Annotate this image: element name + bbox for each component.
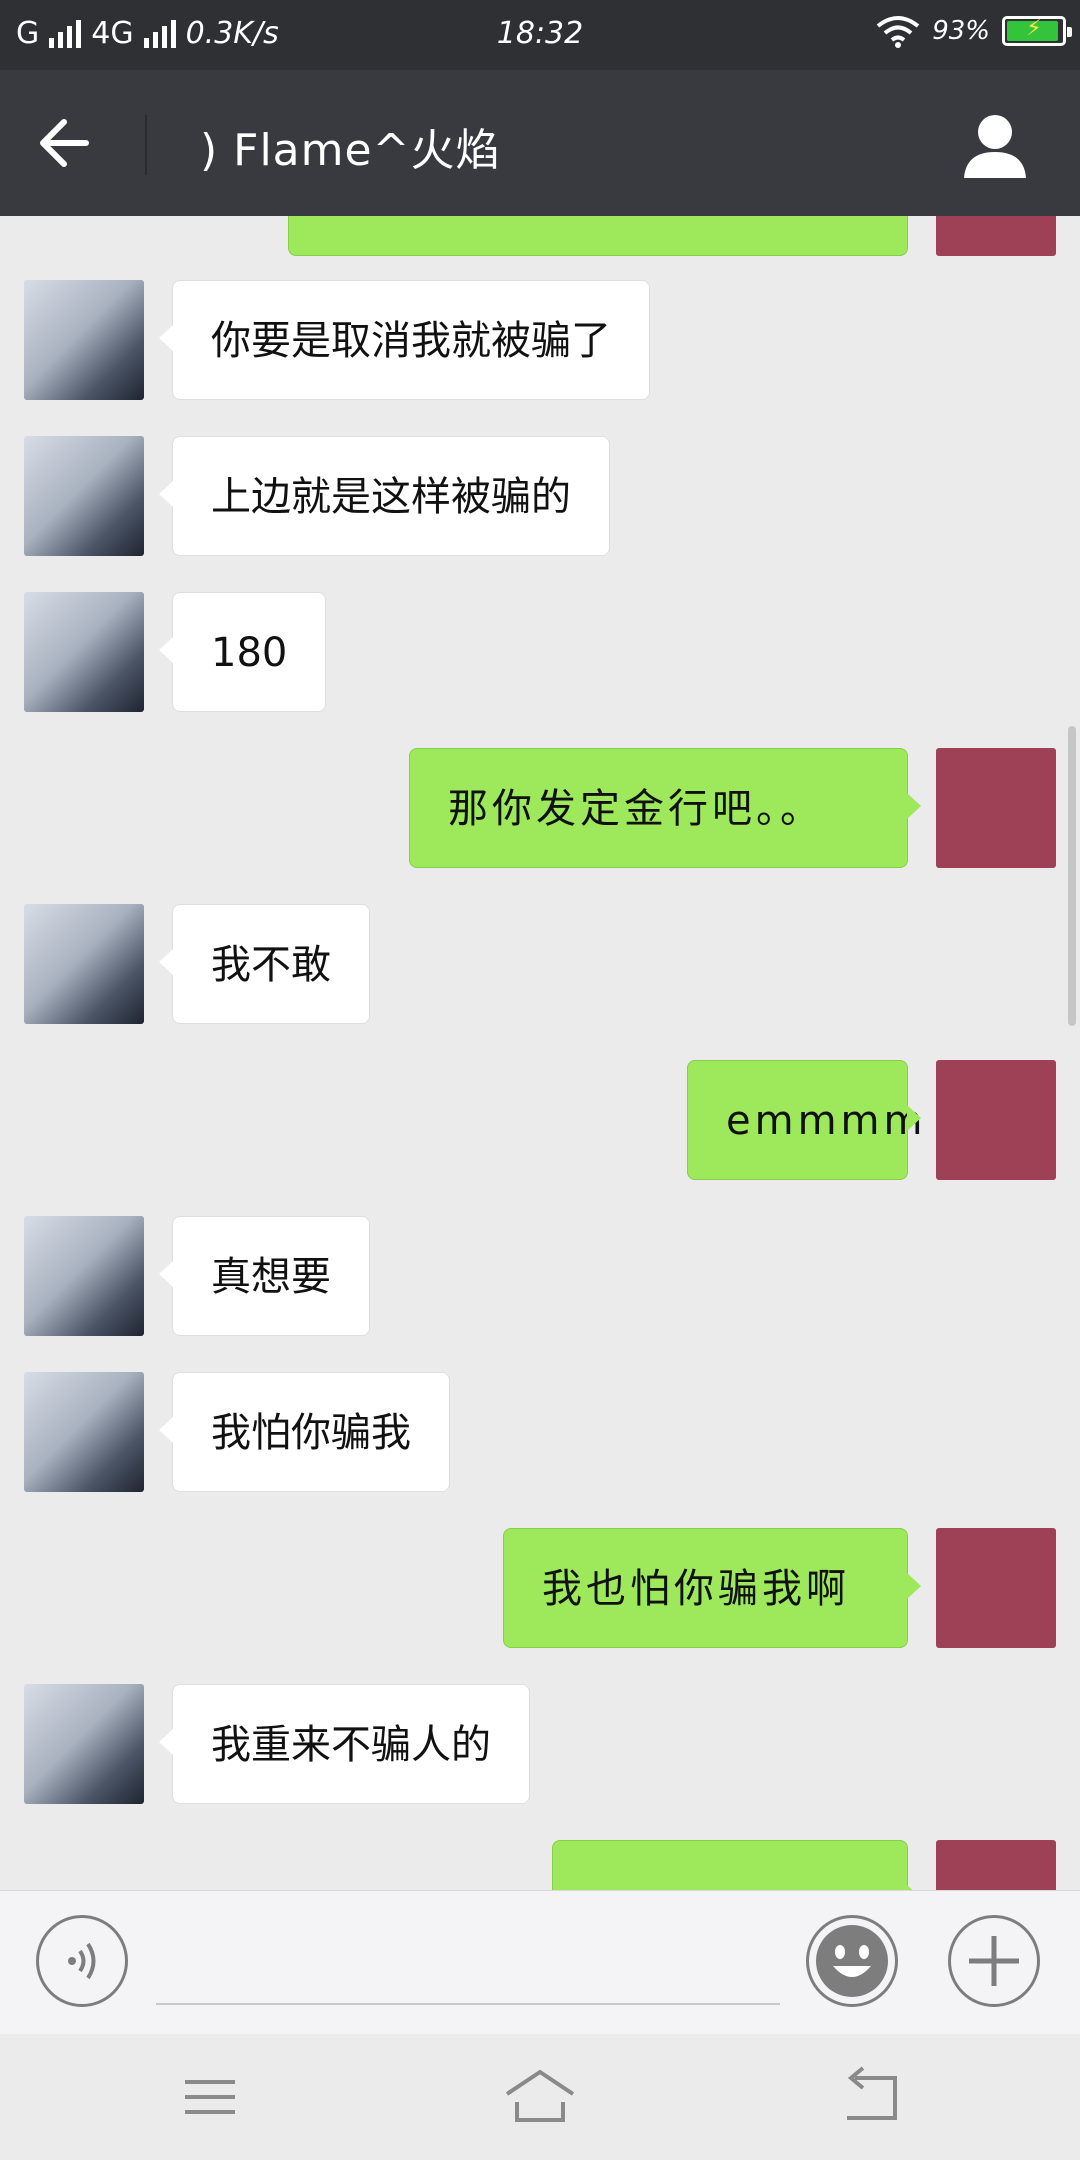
message-row-partial [0,1840,1080,1890]
sent-message-bubble[interactable]: 我也怕你骗我啊 [503,1528,921,1648]
chat-header: ) Flame^火焰 [0,70,1080,216]
received-message-bubble[interactable]: 180 [158,592,327,712]
message-row: 我也怕你骗我啊 [0,1528,1080,1648]
my-avatar[interactable] [936,216,1056,256]
message-row: 那你发定金行吧。。 [0,748,1080,868]
contact-avatar[interactable] [24,592,144,712]
battery-percent: 93% [932,16,990,46]
system-nav-bar [0,2034,1080,2160]
back-arrow-icon[interactable] [30,108,110,178]
received-message-bubble[interactable]: 你要是取消我就被骗了 [159,280,650,400]
emoji-button[interactable] [806,1915,898,2007]
message-list[interactable]: 你要是取消我就被骗了 上边就是这样被骗的 180 那你发定金行吧。。 我不敢 emmmm 真… [0,216,1080,1890]
my-avatar[interactable] [936,1060,1056,1180]
menu-icon[interactable] [165,2062,255,2132]
sent-message-bubble[interactable]: emmmm [687,1060,922,1180]
contact-avatar[interactable] [24,436,144,556]
input-bar [0,1890,1080,2035]
sent-message-bubble[interactable]: 那你发定金行吧。。 [409,748,921,868]
message-row-partial [0,216,1080,256]
message-row: 上边就是这样被骗的 [0,436,1080,556]
contact-avatar[interactable] [24,1216,144,1336]
received-message-bubble[interactable]: 上边就是这样被骗的 [159,436,610,556]
voice-icon [68,1942,96,1980]
contact-avatar[interactable] [24,1684,144,1804]
more-options-button[interactable] [948,1915,1040,2007]
my-avatar[interactable] [936,1840,1056,1890]
contact-avatar[interactable] [24,1372,144,1492]
status-bar: G 4G 0.3K/s 18:32 93% ⚡ [0,0,1080,70]
back-icon[interactable] [825,2062,915,2132]
message-row: 180 [0,592,1080,712]
status-right: 93% ⚡ [876,14,1072,48]
message-bubble-partial[interactable] [552,1840,921,1890]
contact-avatar[interactable] [24,280,144,400]
received-message-bubble[interactable]: 我重来不骗人的 [159,1684,530,1804]
received-message-bubble[interactable]: 我怕你骗我 [159,1372,450,1492]
charging-icon: ⚡ [1026,16,1042,41]
smiley-icon [816,1925,888,1997]
scrollbar[interactable] [1068,726,1076,1026]
wifi-icon [876,16,920,48]
plus-icon [969,1936,1019,1986]
message-row: 真想要 [0,1216,1080,1336]
message-row: emmmm [0,1060,1080,1180]
message-row: 我重来不骗人的 [0,1684,1080,1804]
voice-input-button[interactable] [36,1915,128,2007]
message-row: 我怕你骗我 [0,1372,1080,1492]
contact-avatar[interactable] [24,904,144,1024]
message-row: 我不敢 [0,904,1080,1024]
received-message-bubble[interactable]: 真想要 [159,1216,370,1336]
home-icon[interactable] [495,2062,585,2132]
message-input[interactable] [156,1917,780,2005]
contact-profile-icon[interactable] [960,110,1030,180]
my-avatar[interactable] [936,1528,1056,1648]
received-message-bubble[interactable]: 我不敢 [159,904,370,1024]
message-bubble-partial[interactable] [288,216,908,256]
battery-icon: ⚡ [1002,16,1072,46]
message-row: 你要是取消我就被骗了 [0,280,1080,400]
my-avatar[interactable] [936,748,1056,868]
header-divider [145,115,147,175]
chat-title: ) Flame^火焰 [200,125,501,176]
